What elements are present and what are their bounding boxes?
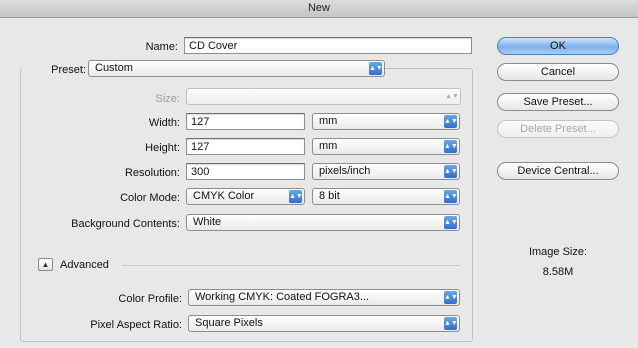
image-size-value: 8.58M bbox=[542, 266, 574, 278]
preset-value: Custom bbox=[95, 62, 133, 74]
height-label: Height: bbox=[145, 142, 180, 154]
color-mode-select[interactable]: CMYK Color ▲▼ bbox=[186, 188, 305, 205]
ok-button[interactable]: OK bbox=[497, 37, 619, 55]
color-mode-label: Color Mode: bbox=[120, 192, 180, 204]
color-profile-value: Working CMYK: Coated FOGRA3... bbox=[195, 291, 370, 303]
popup-arrows-icon: ▲▼ bbox=[444, 140, 458, 153]
resolution-unit-value: pixels/inch bbox=[319, 165, 371, 177]
preset-select[interactable]: Custom ▲▼ bbox=[88, 60, 385, 77]
popup-arrows-icon: ▲▼ bbox=[369, 62, 383, 75]
color-profile-label: Color Profile: bbox=[118, 293, 182, 305]
popup-arrows-icon: ▲▼ bbox=[444, 115, 458, 128]
advanced-label: Advanced bbox=[60, 259, 109, 271]
width-label: Width: bbox=[148, 117, 180, 129]
resolution-label: Resolution: bbox=[124, 167, 180, 179]
background-contents-label: Background Contents: bbox=[71, 218, 180, 230]
color-mode-value: CMYK Color bbox=[193, 190, 255, 202]
size-label: Size: bbox=[155, 93, 180, 105]
image-size-label: Image Size: bbox=[528, 246, 588, 258]
popup-arrows-icon: ▲▼ bbox=[445, 92, 459, 100]
window-title: New bbox=[307, 2, 330, 14]
pixel-aspect-ratio-select[interactable]: Square Pixels ▲▼ bbox=[188, 315, 460, 332]
advanced-divider bbox=[122, 265, 460, 266]
cancel-button[interactable]: Cancel bbox=[497, 63, 619, 81]
bit-depth-select[interactable]: 8 bit ▲▼ bbox=[312, 188, 460, 205]
resolution-field[interactable]: 300 bbox=[186, 163, 305, 180]
size-select: ▲▼ bbox=[186, 88, 461, 105]
height-unit-select[interactable]: mm ▲▼ bbox=[312, 138, 460, 155]
pixel-aspect-ratio-value: Square Pixels bbox=[195, 317, 263, 329]
width-unit-select[interactable]: mm ▲▼ bbox=[312, 113, 460, 130]
pixel-aspect-ratio-label: Pixel Aspect Ratio: bbox=[90, 319, 182, 331]
name-field[interactable]: CD Cover bbox=[184, 37, 472, 54]
color-profile-select[interactable]: Working CMYK: Coated FOGRA3... ▲▼ bbox=[188, 289, 460, 306]
popup-arrows-icon: ▲▼ bbox=[444, 317, 458, 330]
popup-arrows-icon: ▲▼ bbox=[444, 291, 458, 304]
width-unit-value: mm bbox=[319, 115, 338, 127]
height-field[interactable]: 127 bbox=[186, 138, 305, 155]
popup-arrows-icon: ▲▼ bbox=[444, 190, 458, 203]
window-title-bar: New bbox=[0, 0, 638, 18]
popup-arrows-icon: ▲▼ bbox=[444, 165, 458, 178]
popup-arrows-icon: ▲▼ bbox=[289, 190, 303, 203]
delete-preset-button: Delete Preset... bbox=[497, 120, 619, 138]
save-preset-button[interactable]: Save Preset... bbox=[497, 93, 619, 111]
popup-arrows-icon: ▲▼ bbox=[444, 216, 458, 229]
width-field[interactable]: 127 bbox=[186, 113, 305, 130]
background-contents-value: White bbox=[193, 216, 222, 228]
resolution-unit-select[interactable]: pixels/inch ▲▼ bbox=[312, 163, 460, 180]
height-unit-value: mm bbox=[319, 140, 338, 152]
bit-depth-value: 8 bit bbox=[319, 190, 340, 202]
device-central-button[interactable]: Device Central... bbox=[497, 162, 619, 180]
disclosure-triangle-icon[interactable]: ▲ bbox=[38, 258, 53, 271]
name-label: Name: bbox=[145, 41, 178, 53]
preset-label: Preset: bbox=[22, 64, 90, 76]
background-contents-select[interactable]: White ▲▼ bbox=[186, 214, 460, 231]
